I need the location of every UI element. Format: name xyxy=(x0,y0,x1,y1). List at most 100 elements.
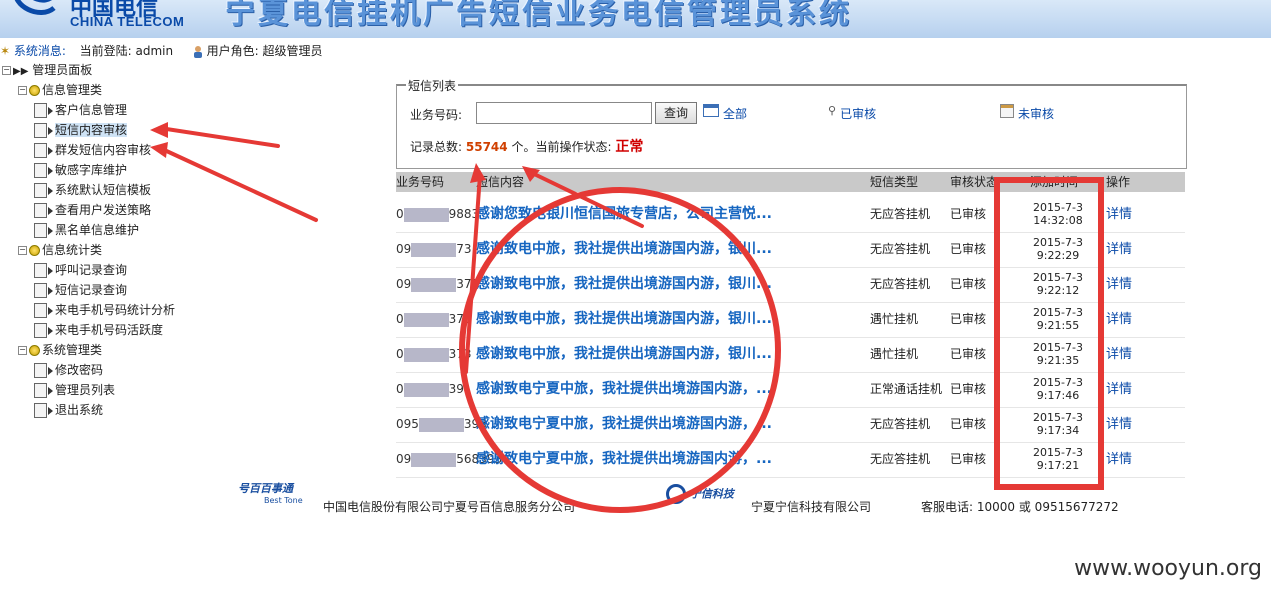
sms-type-cell: 无应答挂机 xyxy=(870,452,931,466)
business-number-input[interactable] xyxy=(476,102,652,124)
tree-item-sensitive-words[interactable]: 敏感字库维护 xyxy=(34,161,127,179)
annotation-arrow-line xyxy=(158,126,280,148)
tree-item-default-templates[interactable]: 系统默认短信模板 xyxy=(34,181,151,199)
tree-item-blacklist[interactable]: 黑名单信息维护 xyxy=(34,221,139,239)
sms-content-link[interactable]: 感谢致电中旅，我社提供出境游国内游，银川... xyxy=(476,267,772,302)
ningxin-logo-icon xyxy=(666,484,686,504)
besttone-logo: 号百百事通 Best Tone xyxy=(238,482,303,505)
arrow-icon xyxy=(48,286,53,295)
header-banner: 中国电信 CHINA TELECOM 宁夏电信挂机广告短信业务电信管理员系统 xyxy=(0,0,1271,38)
sms-content-link[interactable]: 感谢致电中旅，我社提供出境游国内游，银川... xyxy=(476,302,772,337)
column-header: 审核状态 xyxy=(950,175,999,189)
ningxin-logo: 宁信科技 xyxy=(666,484,734,504)
detail-link[interactable]: 详情 xyxy=(1106,407,1132,442)
operation-state: 正常 xyxy=(615,139,644,155)
collapse-icon[interactable]: − xyxy=(2,66,11,75)
collapse-icon[interactable]: − xyxy=(18,246,27,255)
china-telecom-logo-icon xyxy=(14,0,56,15)
annotation-arrowhead xyxy=(150,142,168,158)
tree-item-caller-stats[interactable]: 来电手机号码统计分析 xyxy=(34,301,175,319)
double-arrow-icon: ▶▶ xyxy=(13,66,29,77)
tree-item-send-strategy[interactable]: 查看用户发送策略 xyxy=(34,201,151,219)
redaction-block xyxy=(403,312,449,327)
sms-content-link[interactable]: 感谢致电中旅，我社提供出境游国内游，银川... xyxy=(476,337,772,372)
tree-item-mass-sms-review[interactable]: 群发短信内容审核 xyxy=(34,141,151,159)
detail-link[interactable]: 详情 xyxy=(1106,302,1132,337)
page-icon xyxy=(34,263,47,278)
page-icon xyxy=(34,283,47,298)
fieldset-legend: 短信列表 xyxy=(406,77,459,94)
arrow-icon xyxy=(48,166,53,175)
table-row: 0 373 感谢致电中旅，我社提供出境游国内游，银川... 遇忙挂机 已审核 20… xyxy=(396,302,1185,338)
record-total-count: 55744 xyxy=(465,140,508,154)
tree-group-system[interactable]: − 系统管理类 xyxy=(18,341,102,359)
tree-item-change-password[interactable]: 修改密码 xyxy=(34,361,103,379)
page-icon xyxy=(34,223,47,238)
folder-ball-icon xyxy=(29,85,40,96)
filter-reviewed-link[interactable]: ⚲ 已审核 xyxy=(828,101,876,121)
table-header: 业务号码 短信内容 短信类型 审核状态 添加时间 操作 xyxy=(396,172,1185,192)
magnifier-icon: ⚲ xyxy=(828,104,837,117)
phone-cell: 0 39 xyxy=(396,382,464,397)
column-header: 操作 xyxy=(1106,175,1131,189)
phone-cell: 0 9883 xyxy=(396,207,480,222)
detail-link[interactable]: 详情 xyxy=(1106,442,1132,477)
table-row: 0 39 感谢致电宁夏中旅，我社提供出境游国内游，... 正常通话挂机 已审核 2… xyxy=(396,372,1185,408)
folder-ball-icon xyxy=(29,245,40,256)
review-status-cell: 已审核 xyxy=(950,452,987,466)
redaction-block xyxy=(411,242,457,257)
tree-item-call-records[interactable]: 呼叫记录查询 xyxy=(34,261,127,279)
page-icon xyxy=(34,143,47,158)
tree-item-caller-activity[interactable]: 来电手机号码活跃度 xyxy=(34,321,163,339)
table-row: 09 373 感谢致电中旅，我社提供出境游国内游，银川... 无应答挂机 已审核 … xyxy=(396,267,1185,303)
tree-root[interactable]: − ▶▶ 管理员面板 xyxy=(2,61,92,79)
tree-item-admin-list[interactable]: 管理员列表 xyxy=(34,381,115,399)
redaction-block xyxy=(403,382,449,397)
sms-type-cell: 无应答挂机 xyxy=(870,207,931,221)
sms-content-link[interactable]: 感谢致电中旅，我社提供出境游国内游，银川... xyxy=(476,232,772,267)
page-icon xyxy=(34,403,47,418)
review-status-cell: 已审核 xyxy=(950,242,987,256)
collapse-icon[interactable]: − xyxy=(18,346,27,355)
detail-link[interactable]: 详情 xyxy=(1106,232,1132,267)
filter-unreviewed-link[interactable]: 未审核 xyxy=(1000,101,1054,121)
detail-link[interactable]: 详情 xyxy=(1106,337,1132,372)
arrow-icon xyxy=(48,206,53,215)
added-time-cell: 2015-7-3 9:17:21 xyxy=(1033,446,1083,472)
tree-item-sms-content-review[interactable]: 短信内容审核 xyxy=(34,121,128,139)
review-status-cell: 已审核 xyxy=(950,312,987,326)
tree-item-sms-records[interactable]: 短信记录查询 xyxy=(34,281,127,299)
filter-all-link[interactable]: 全部 xyxy=(703,101,747,121)
collapse-icon[interactable]: − xyxy=(18,86,27,95)
arrow-icon xyxy=(48,186,53,195)
business-number-label: 业务号码: xyxy=(410,108,463,122)
service-phone: 客服电话: 10000 或 09515677272 xyxy=(921,500,1119,514)
detail-link[interactable]: 详情 xyxy=(1106,267,1132,302)
tree-group-info-management[interactable]: − 信息管理类 xyxy=(18,81,102,99)
login-user: admin xyxy=(135,44,174,58)
column-header: 短信类型 xyxy=(870,175,919,189)
detail-link[interactable]: 详情 xyxy=(1106,197,1132,232)
added-time-cell: 2015-7-3 14:32:08 xyxy=(1033,201,1083,227)
annotation-arrowhead xyxy=(150,122,168,138)
page-icon xyxy=(34,303,47,318)
review-status-cell: 已审核 xyxy=(950,417,987,431)
column-header: 添加时间 xyxy=(1030,175,1079,189)
sms-content-link[interactable]: 感谢致电宁夏中旅，我社提供出境游国内游，... xyxy=(476,372,772,407)
sms-content-link[interactable]: 感谢您致电银川恒信国旅专营店，公司主营悦... xyxy=(476,197,772,232)
arrow-icon xyxy=(48,146,53,155)
page-icon xyxy=(34,103,47,118)
sms-content-link[interactable]: 感谢致电宁夏中旅，我社提供出境游国内游，... xyxy=(476,442,772,477)
arrow-icon xyxy=(48,386,53,395)
redaction-block xyxy=(403,347,449,362)
tree-item-logout[interactable]: 退出系统 xyxy=(34,401,103,419)
sms-content-link[interactable]: 感谢致电宁夏中旅，我社提供出境游国内游，... xyxy=(476,407,772,442)
tree-group-statistics[interactable]: − 信息统计类 xyxy=(18,241,102,259)
added-time-cell: 2015-7-3 9:21:35 xyxy=(1033,341,1083,367)
tree-item-customer-info[interactable]: 客户信息管理 xyxy=(34,101,127,119)
query-button[interactable]: 查询 xyxy=(655,102,697,124)
phone-cell: 0 373 xyxy=(396,312,472,327)
detail-link[interactable]: 详情 xyxy=(1106,372,1132,407)
system-message-label: 系统消息: xyxy=(13,44,66,58)
logo-english-text: CHINA TELECOM xyxy=(70,14,185,29)
